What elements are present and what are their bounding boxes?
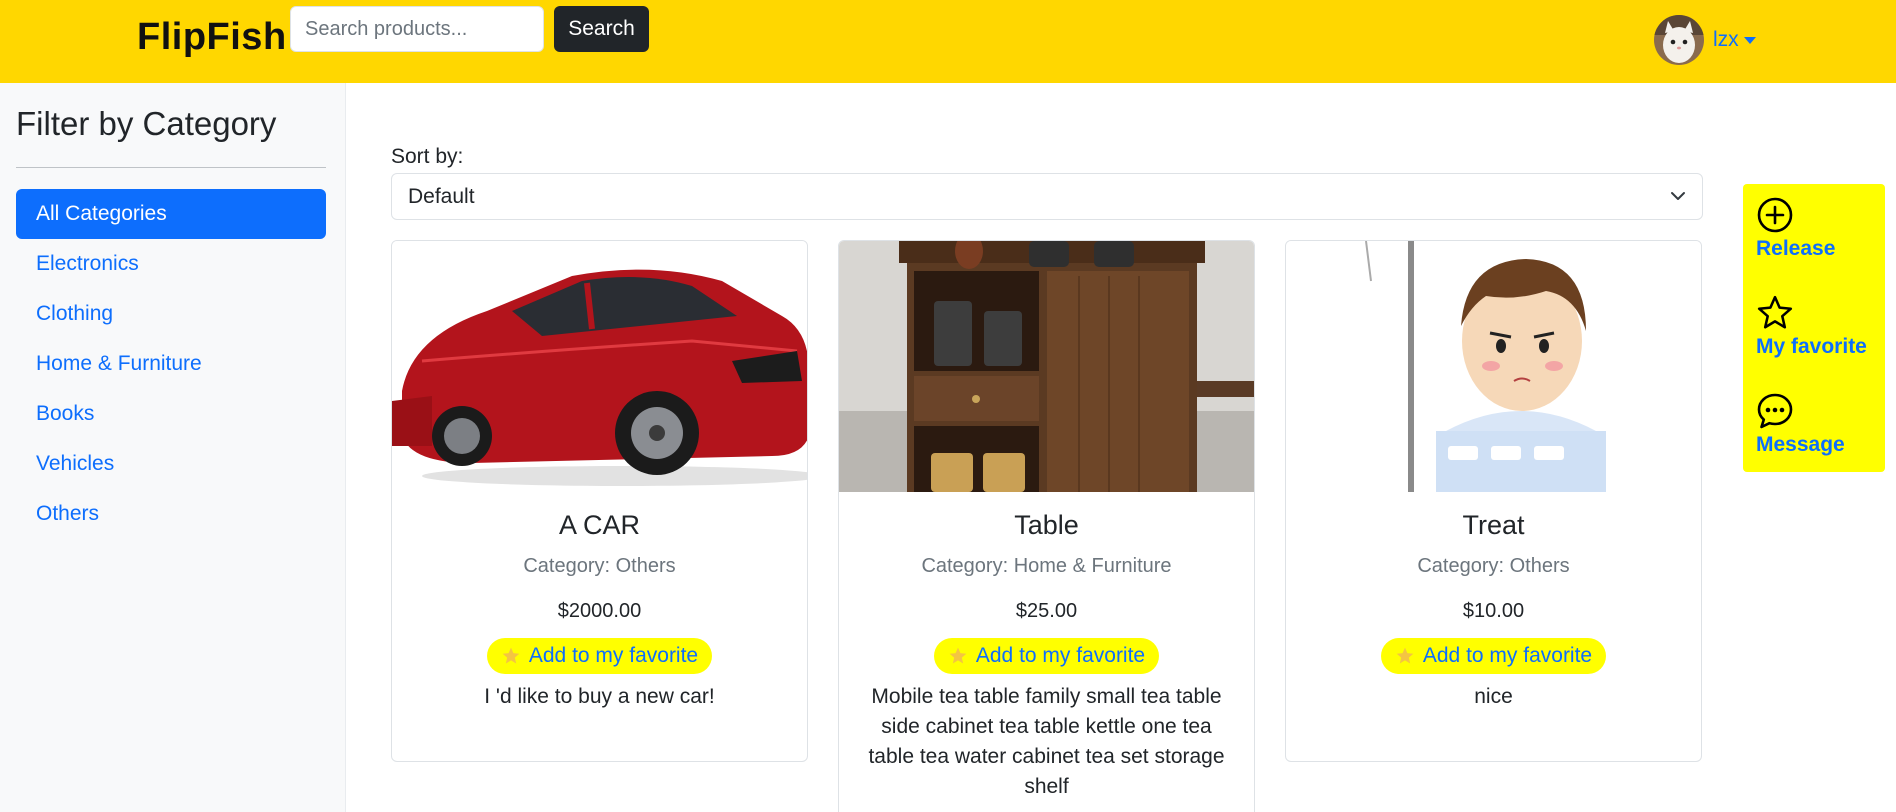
release-button[interactable]: Release: [1756, 196, 1835, 261]
divider: [16, 167, 326, 168]
my-favorite-label: My favorite: [1756, 335, 1867, 358]
my-favorite-button[interactable]: My favorite: [1756, 294, 1867, 359]
chevron-down-icon[interactable]: [1743, 36, 1756, 44]
product-category: Category: Others: [523, 555, 676, 577]
sort-label: Sort by:: [391, 145, 464, 168]
star-icon: [1396, 647, 1414, 664]
chat-bubble-icon: [1757, 393, 1793, 429]
message-button[interactable]: Message: [1756, 392, 1845, 457]
product-price: $25.00: [1015, 600, 1078, 622]
sidebar-title: Filter by Category: [16, 105, 277, 142]
add-to-favorite-button[interactable]: Add to my favorite: [486, 638, 713, 674]
category-item-electronics[interactable]: Electronics: [16, 239, 326, 289]
product-card[interactable]: Treat Category: Others $10.00 Add to my …: [1285, 240, 1702, 762]
search-input[interactable]: [290, 6, 544, 52]
product-description: Mobile tea table family small tea table …: [868, 685, 1225, 798]
category-item-clothing[interactable]: Clothing: [16, 289, 326, 339]
product-price: $10.00: [1462, 600, 1525, 622]
product-card[interactable]: Table Category: Home & Furniture $25.00 …: [838, 240, 1255, 812]
product-description: nice: [1474, 685, 1513, 708]
sort-select[interactable]: Default: [391, 173, 1703, 220]
chevron-down-icon: [1671, 192, 1685, 200]
release-label: Release: [1756, 237, 1836, 260]
star-icon: [502, 647, 520, 664]
product-title[interactable]: A CAR: [392, 510, 807, 541]
category-item-all[interactable]: All Categories: [16, 189, 326, 239]
user-menu[interactable]: lzx: [1654, 14, 1756, 66]
message-label: Message: [1756, 433, 1845, 456]
product-description: I 'd like to buy a new car!: [484, 685, 715, 708]
top-navbar: FlipFish Search lzx: [0, 0, 1896, 83]
product-price: $2000.00: [557, 600, 642, 622]
username[interactable]: lzx: [1713, 28, 1739, 52]
avatar[interactable]: [1654, 15, 1704, 65]
favorite-button-label: Add to my favorite: [975, 644, 1146, 667]
sort-selected-value: Default: [408, 185, 475, 208]
star-icon: [949, 647, 967, 664]
product-image-car[interactable]: [392, 241, 807, 492]
category-sidebar: Filter by Category All Categories Electr…: [0, 83, 346, 812]
category-item-books[interactable]: Books: [16, 389, 326, 439]
product-image-table[interactable]: [839, 241, 1254, 492]
product-category: Category: Others: [1417, 555, 1570, 577]
category-item-home-furniture[interactable]: Home & Furniture: [16, 339, 326, 389]
add-to-favorite-button[interactable]: Add to my favorite: [933, 638, 1160, 674]
favorite-button-label: Add to my favorite: [528, 644, 699, 667]
favorite-button-label: Add to my favorite: [1422, 644, 1593, 667]
plus-circle-icon: [1757, 197, 1793, 233]
category-item-vehicles[interactable]: Vehicles: [16, 439, 326, 489]
product-title[interactable]: Table: [839, 510, 1254, 541]
star-icon: [1757, 295, 1793, 329]
category-item-others[interactable]: Others: [16, 489, 326, 539]
quick-action-panel: Release My favorite Message: [1743, 184, 1885, 472]
product-category: Category: Home & Furniture: [921, 555, 1172, 577]
product-image-treat[interactable]: [1286, 241, 1701, 492]
add-to-favorite-button[interactable]: Add to my favorite: [1380, 638, 1607, 674]
search-button[interactable]: Search: [554, 6, 649, 52]
category-list: All Categories Electronics Clothing Home…: [16, 189, 326, 539]
product-card[interactable]: A CAR Category: Others $2000.00 Add to m…: [391, 240, 808, 762]
product-title[interactable]: Treat: [1286, 510, 1701, 541]
brand-logo[interactable]: FlipFish: [137, 16, 287, 59]
